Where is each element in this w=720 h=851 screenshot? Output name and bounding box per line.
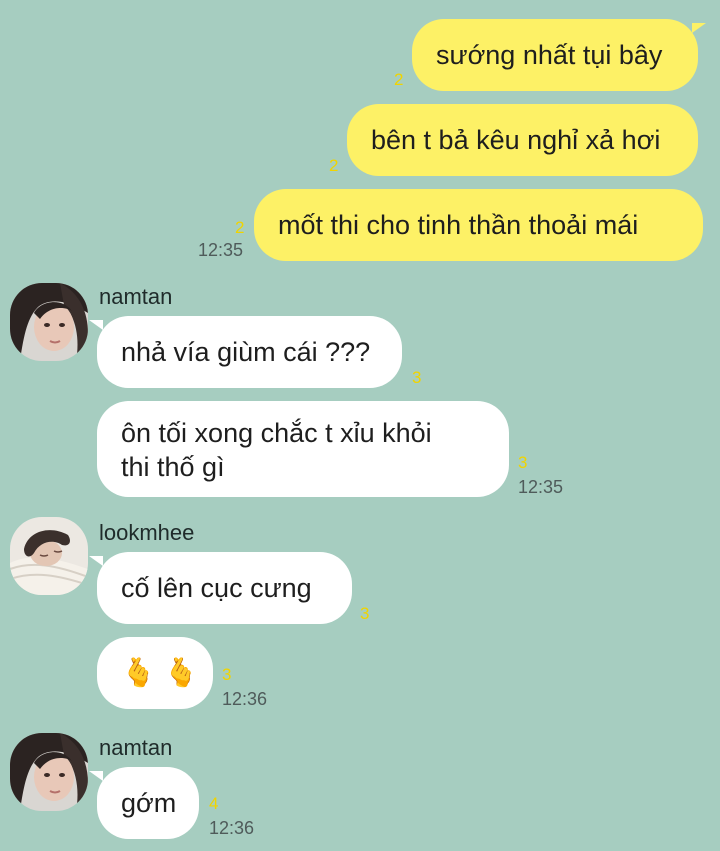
read-count: 3 <box>360 604 370 623</box>
avatar[interactable] <box>10 517 88 595</box>
read-count: 2 <box>394 70 404 89</box>
emoji-row: 🫰 🫰 <box>121 656 213 690</box>
outgoing-message[interactable]: sướng nhất tụi bây <box>412 19 706 91</box>
sender-name: namtan <box>99 735 173 760</box>
sender-name: lookmhee <box>99 520 195 545</box>
outgoing-message[interactable]: mốt thi cho tinh thần thoải mái <box>254 189 703 261</box>
avatar[interactable] <box>10 733 88 811</box>
profile-photo-icon <box>10 283 88 361</box>
read-count: 3 <box>518 453 528 472</box>
message-text: sướng nhất tụi bây <box>436 40 663 70</box>
timestamp: 12:36 <box>222 689 268 709</box>
message-text: mốt thi cho tinh thần thoải mái <box>278 210 639 240</box>
avatar[interactable] <box>10 283 88 361</box>
incoming-message[interactable]: nhả vía giùm cái ??? <box>89 316 402 388</box>
timestamp: 12:35 <box>518 477 564 497</box>
profile-photo-icon <box>10 733 88 811</box>
message-text: bên t bả kêu nghỉ xả hơi <box>371 125 661 155</box>
read-count: 2 <box>235 218 245 237</box>
finger-heart-icon: 🫰 <box>163 657 199 688</box>
message-text-line: ôn tối xong chắc t xỉu khỏi <box>121 418 432 448</box>
chat-view: sướng nhất tụi bây 2 bên t bả kêu nghỉ x… <box>0 0 720 851</box>
read-count: 2 <box>329 156 339 175</box>
read-count: 4 <box>209 794 219 813</box>
outgoing-message[interactable]: bên t bả kêu nghỉ xả hơi <box>347 104 698 176</box>
message-text-line: thi thố gì <box>121 452 225 482</box>
read-count: 3 <box>412 368 422 387</box>
timestamp: 12:36 <box>209 818 255 838</box>
incoming-message[interactable]: cố lên cục cưng <box>89 552 352 624</box>
message-text: nhả vía giùm cái ??? <box>121 337 371 367</box>
timestamp: 12:35 <box>198 240 244 260</box>
incoming-message[interactable]: gớm <box>89 767 199 839</box>
incoming-message[interactable]: 🫰 🫰 <box>97 637 213 709</box>
message-text: gớm <box>121 788 177 818</box>
read-count: 3 <box>222 665 232 684</box>
profile-photo-icon <box>10 517 88 595</box>
finger-heart-icon: 🫰 <box>121 657 156 688</box>
message-text: cố lên cục cưng <box>121 573 312 603</box>
incoming-message[interactable]: ôn tối xong chắc t xỉu khỏi thi thố gì <box>97 401 509 497</box>
sender-name: namtan <box>99 284 173 309</box>
